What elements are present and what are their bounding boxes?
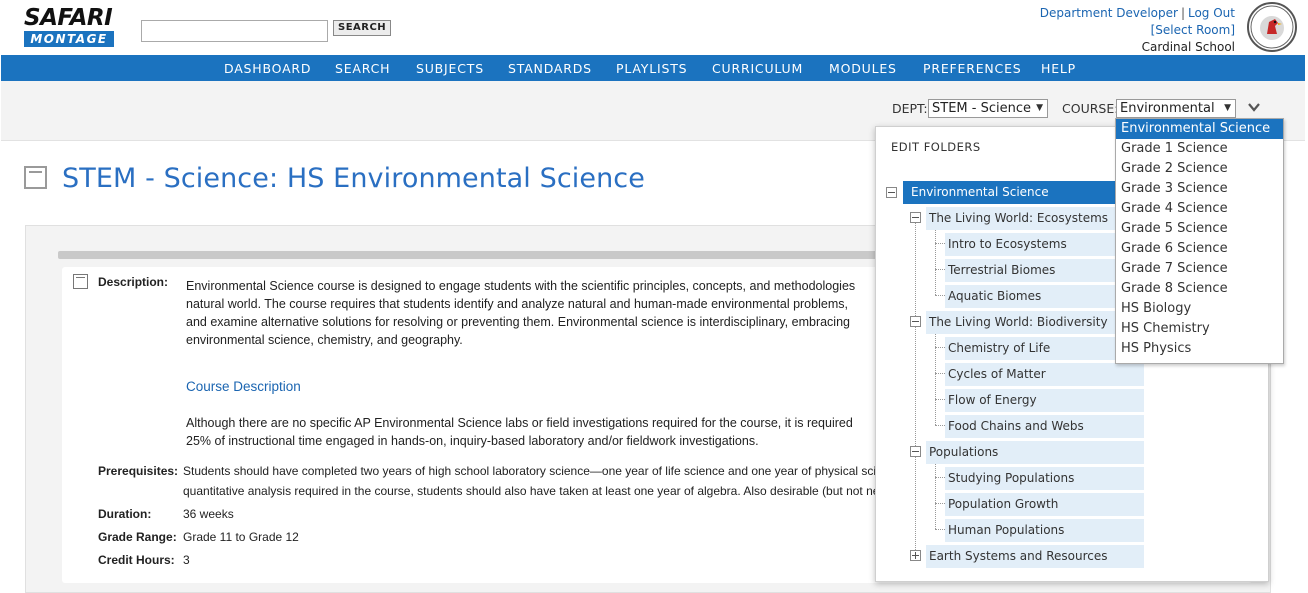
course-option-hs-biology[interactable]: HS Biology (1116, 299, 1283, 319)
nav-search[interactable]: SEARCH (335, 55, 390, 81)
nav-help[interactable]: HELP (1041, 55, 1076, 81)
tree-folder-biodiversity[interactable]: The Living World: Biodiversity (926, 311, 1144, 334)
nav-curriculum[interactable]: CURRICULUM (712, 55, 803, 81)
course-option-hs-chemistry[interactable]: HS Chemistry (1116, 319, 1283, 339)
description-line-6: 25% of instructional time engaged in han… (186, 434, 759, 448)
tree-folder-populations[interactable]: Populations (926, 441, 1144, 464)
description-label: Description: (98, 275, 169, 289)
tree-branch (935, 347, 945, 348)
tree-branch (935, 373, 945, 374)
course-select-value: Environmental (1120, 101, 1215, 116)
tree-root-environmental-science[interactable]: Environmental Science (903, 181, 1116, 204)
dept-caret-icon: ▼ (1036, 103, 1043, 113)
course-option-grade-2[interactable]: Grade 2 Science (1116, 159, 1283, 179)
nav-preferences[interactable]: PREFERENCES (923, 55, 1022, 81)
prerequisites-label: Prerequisites: (98, 464, 179, 478)
nav-dashboard[interactable]: DASHBOARD (224, 55, 311, 81)
tree-folder-earth-systems[interactable]: Earth Systems and Resources (926, 545, 1144, 568)
course-option-grade-3[interactable]: Grade 3 Science (1116, 179, 1283, 199)
course-description-link[interactable]: Course Description (186, 379, 301, 394)
nav-standards[interactable]: STANDARDS (508, 55, 592, 81)
safari-montage-logo[interactable]: SAFARI MONTAGE (24, 6, 114, 48)
course-option-environmental-science[interactable]: Environmental Science (1116, 119, 1283, 139)
biodiversity-collapse-toggle[interactable] (910, 316, 921, 327)
root-collapse-toggle[interactable] (886, 187, 897, 198)
description-line-3: and examine alternative solutions for re… (186, 315, 850, 329)
page-title: STEM - Science: HS Environmental Science (62, 163, 645, 194)
course-option-grade-1[interactable]: Grade 1 Science (1116, 139, 1283, 159)
search-button[interactable]: SEARCH (333, 20, 392, 36)
tree-item-human-populations[interactable]: Human Populations (945, 519, 1144, 542)
description-line-2: natural world. The course requires that … (186, 297, 848, 311)
dept-select[interactable]: STEM - Science ▼ (928, 99, 1048, 118)
tree-branch (935, 399, 945, 400)
duration-label: Duration: (98, 507, 152, 521)
earth-systems-expand-toggle[interactable] (910, 550, 921, 561)
tree-item-population-growth[interactable]: Population Growth (945, 493, 1144, 516)
course-option-grade-7[interactable]: Grade 7 Science (1116, 259, 1283, 279)
description-line-4: environmental science, chemistry, and ge… (186, 333, 463, 347)
edit-folders-title: EDIT FOLDERS (891, 140, 981, 154)
course-option-hs-physics[interactable]: HS Physics (1116, 339, 1283, 359)
tree-item-flow-of-energy[interactable]: Flow of Energy (945, 389, 1144, 412)
description-line-1: Environmental Science course is designed… (186, 279, 856, 293)
select-room-link[interactable]: [Select Room] (1151, 23, 1235, 37)
credit-hours-label: Credit Hours: (98, 553, 175, 567)
search-input[interactable] (141, 20, 328, 42)
logout-link[interactable]: Log Out (1188, 6, 1235, 20)
nav-playlists[interactable]: PLAYLISTS (616, 55, 687, 81)
nav-subjects[interactable]: SUBJECTS (416, 55, 484, 81)
logo-bottom-text: MONTAGE (24, 31, 114, 47)
tree-branch (935, 243, 945, 244)
course-option-grade-4[interactable]: Grade 4 Science (1116, 199, 1283, 219)
tree-branch (935, 295, 945, 296)
prerequisites-line-1: Students should have completed two years… (183, 464, 877, 478)
logo-top-text: SAFARI (24, 5, 113, 31)
grade-range-label: Grade Range: (98, 530, 177, 544)
grade-range-value: Grade 11 to Grade 12 (183, 530, 299, 544)
prerequisites-line-2: quantitative analysis required in the co… (183, 484, 880, 498)
user-name-link[interactable]: Department Developer (1040, 6, 1178, 20)
tree-item-cycles-of-matter[interactable]: Cycles of Matter (945, 363, 1144, 386)
tree-item-studying-populations[interactable]: Studying Populations (945, 467, 1144, 490)
title-collapse-toggle[interactable] (24, 166, 47, 189)
description-collapse-toggle[interactable] (73, 274, 88, 289)
link-separator: | (1180, 6, 1185, 20)
school-seal-logo (1247, 2, 1297, 52)
school-name: Cardinal School (1141, 40, 1235, 54)
course-caret-icon: ▼ (1224, 103, 1231, 113)
tree-branch (935, 425, 945, 426)
course-dropdown-list: Environmental Science Grade 1 Science Gr… (1115, 118, 1284, 364)
duration-value: 36 weeks (183, 507, 234, 521)
dept-select-value: STEM - Science (932, 101, 1031, 116)
tree-connector-ecosystems (935, 230, 936, 295)
nav-modules[interactable]: MODULES (829, 55, 897, 81)
tree-connector-populations (935, 464, 936, 529)
tree-branch (935, 477, 945, 478)
collapse-chevron-icon[interactable] (1248, 101, 1260, 113)
course-option-grade-5[interactable]: Grade 5 Science (1116, 219, 1283, 239)
tree-folder-ecosystems[interactable]: The Living World: Ecosystems (926, 207, 1144, 230)
tree-branch (935, 269, 945, 270)
ecosystems-collapse-toggle[interactable] (910, 212, 921, 223)
populations-collapse-toggle[interactable] (910, 446, 921, 457)
course-select[interactable]: Environmental ▼ (1116, 99, 1236, 118)
course-option-grade-6[interactable]: Grade 6 Science (1116, 239, 1283, 259)
tree-branch (935, 503, 945, 504)
main-nav: DASHBOARD SEARCH SUBJECTS STANDARDS PLAY… (1, 55, 1305, 81)
user-links: Department Developer | Log Out [Select Roo… (1040, 5, 1235, 56)
course-label: COURSE: (1062, 101, 1119, 116)
tree-item-food-chains-and-webs[interactable]: Food Chains and Webs (945, 415, 1144, 438)
tree-connector-root (915, 222, 916, 558)
tree-branch (935, 529, 945, 530)
course-option-grade-8[interactable]: Grade 8 Science (1116, 279, 1283, 299)
dept-label: DEPT: (892, 101, 928, 116)
header: SAFARI MONTAGE SEARCH Department Develop… (0, 0, 1308, 55)
description-line-5: Although there are no specific AP Enviro… (186, 416, 853, 430)
credit-hours-value: 3 (183, 553, 190, 567)
